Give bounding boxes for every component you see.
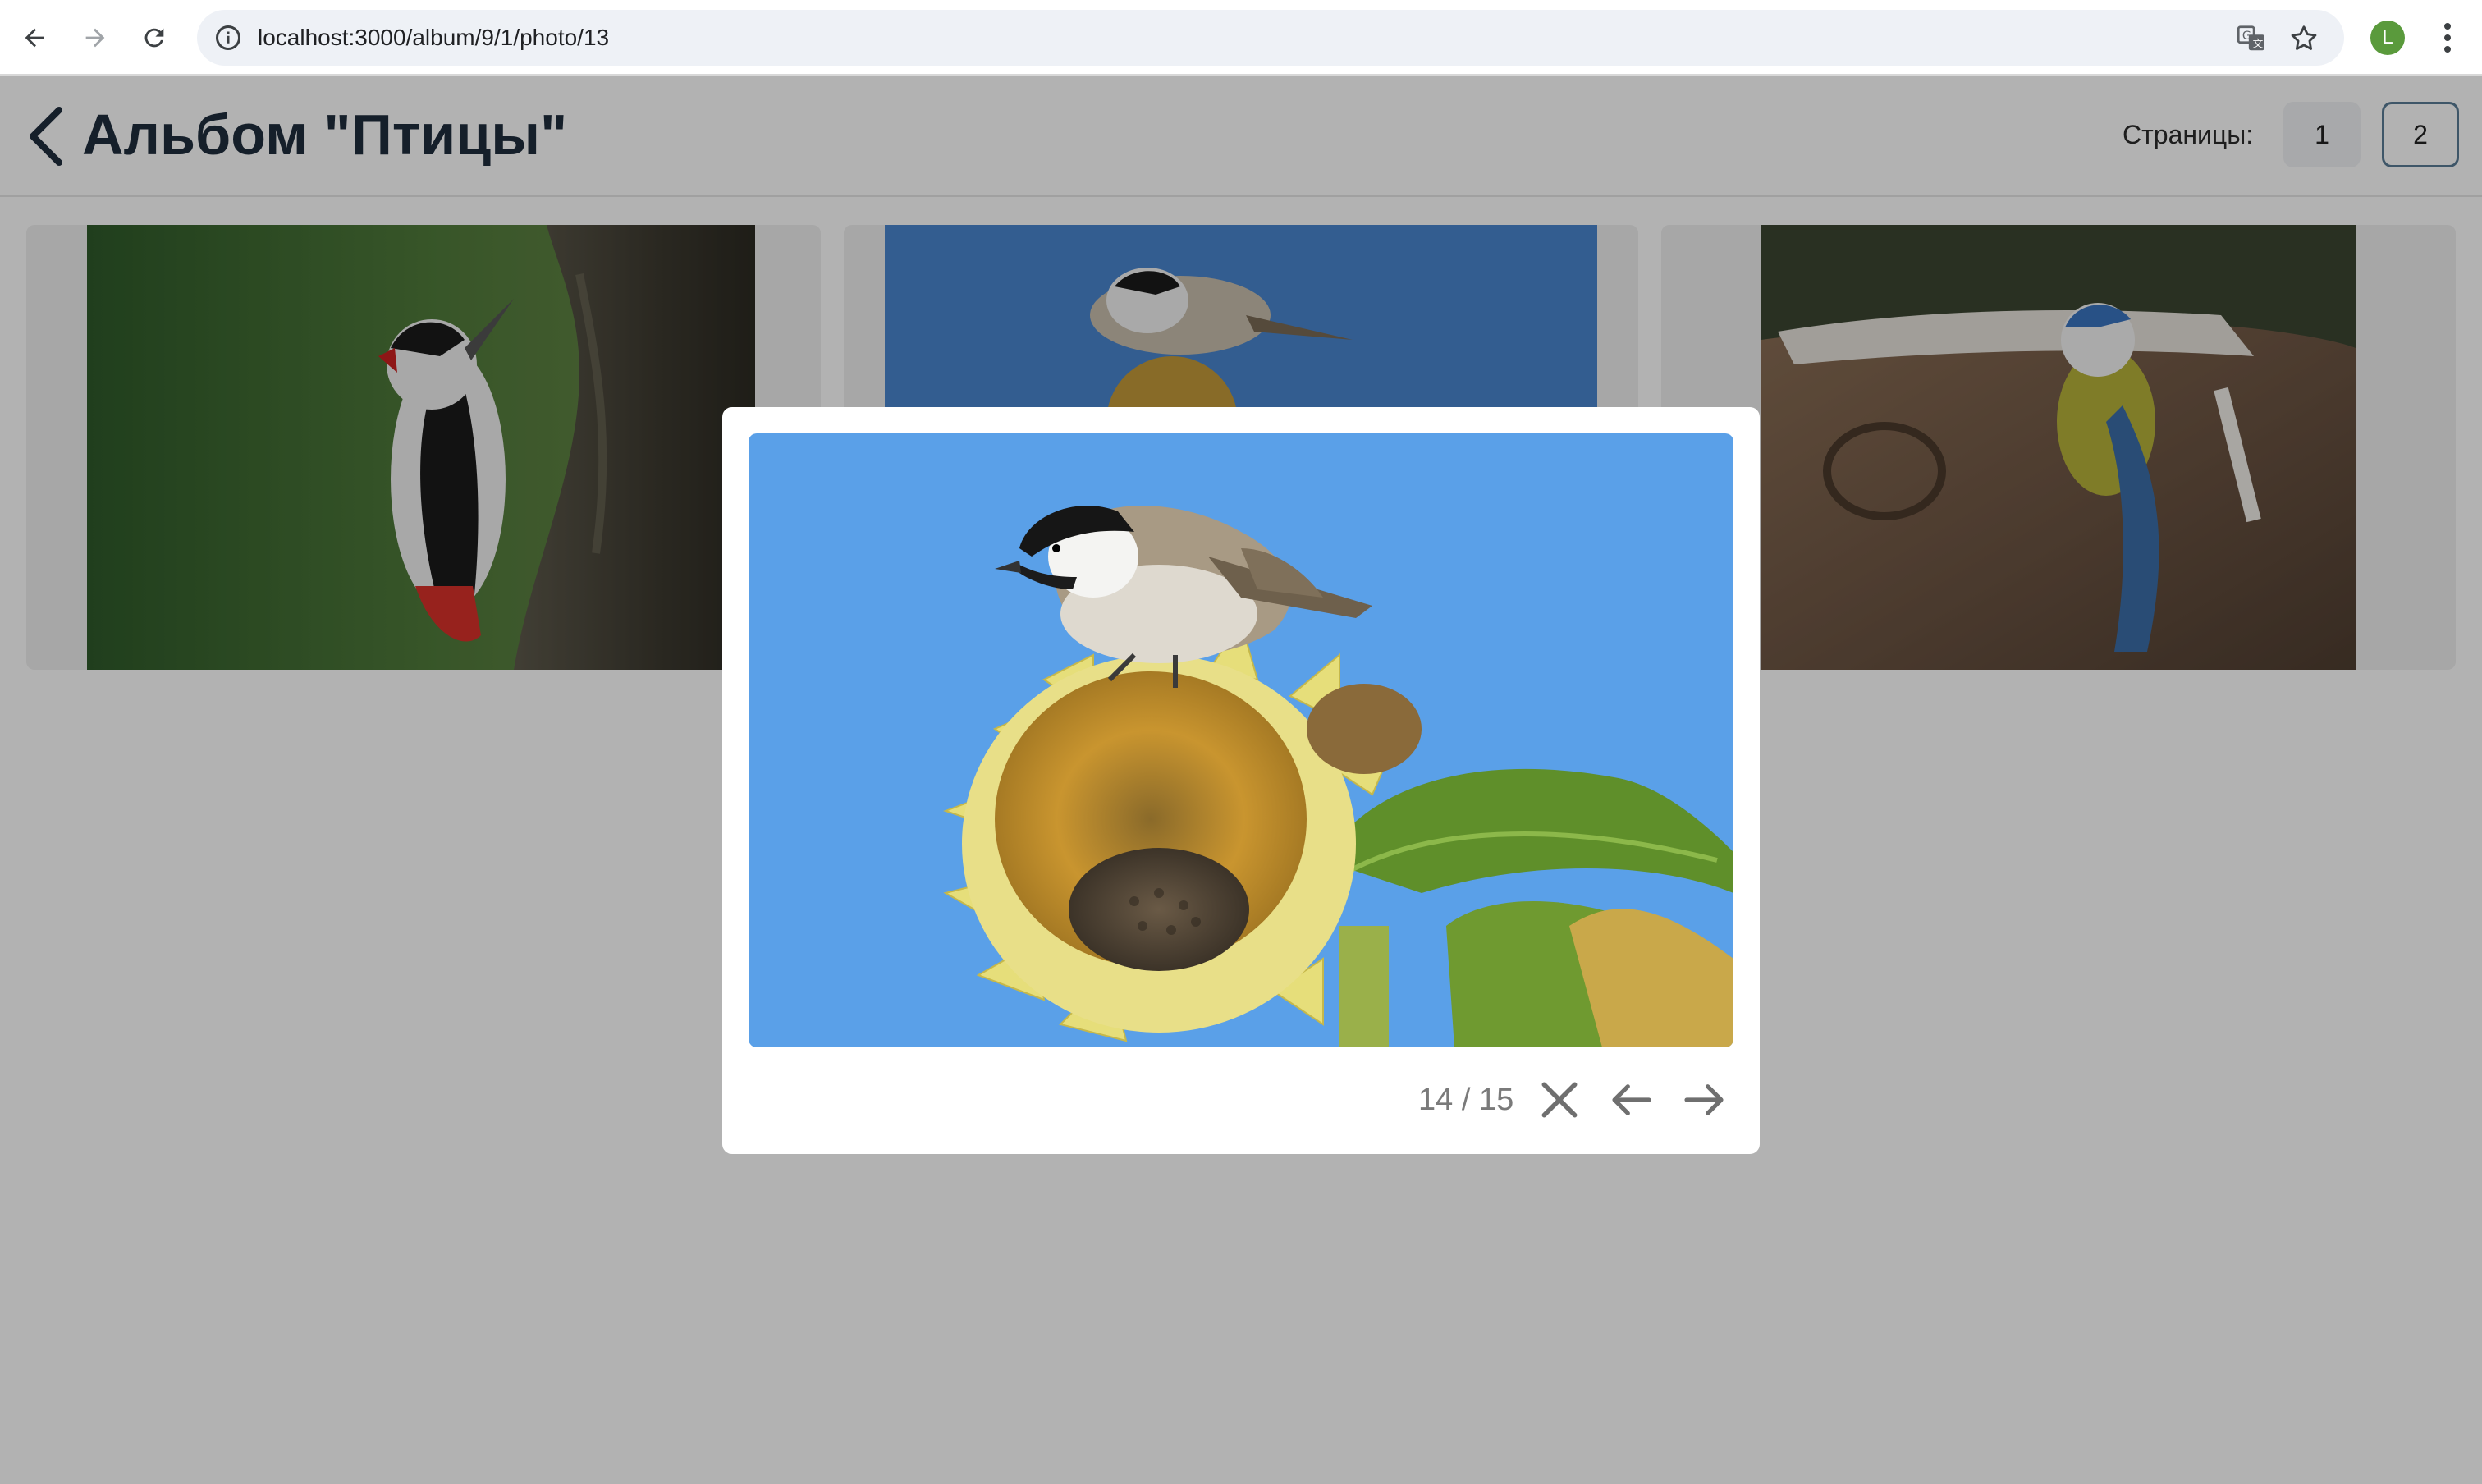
- photo-counter: 14 / 15: [1418, 1083, 1514, 1117]
- tit-sunflower-photo: [749, 433, 1733, 1047]
- profile-avatar[interactable]: L: [2370, 21, 2405, 55]
- arrow-right-icon[interactable]: [1679, 1075, 1729, 1124]
- photo-viewer-modal: 14 / 15: [722, 407, 1760, 1154]
- arrow-left-icon[interactable]: [1607, 1075, 1656, 1124]
- close-icon[interactable]: [1535, 1075, 1584, 1124]
- address-bar[interactable]: localhost:3000/album/9/1/photo/13 G 文: [197, 10, 2344, 66]
- more-vert-icon[interactable]: [2433, 18, 2462, 57]
- info-icon[interactable]: [213, 23, 243, 53]
- reload-icon[interactable]: [131, 15, 177, 61]
- back-arrow-icon[interactable]: [11, 15, 57, 61]
- star-icon[interactable]: [2288, 23, 2319, 54]
- svg-text:文: 文: [2253, 37, 2264, 49]
- forward-arrow-icon[interactable]: [72, 15, 118, 61]
- translate-icon[interactable]: G 文: [2236, 23, 2267, 54]
- url-text[interactable]: localhost:3000/album/9/1/photo/13: [258, 10, 609, 66]
- browser-toolbar: localhost:3000/album/9/1/photo/13 G 文 L: [0, 0, 2482, 76]
- viewer-photo: [749, 433, 1733, 1047]
